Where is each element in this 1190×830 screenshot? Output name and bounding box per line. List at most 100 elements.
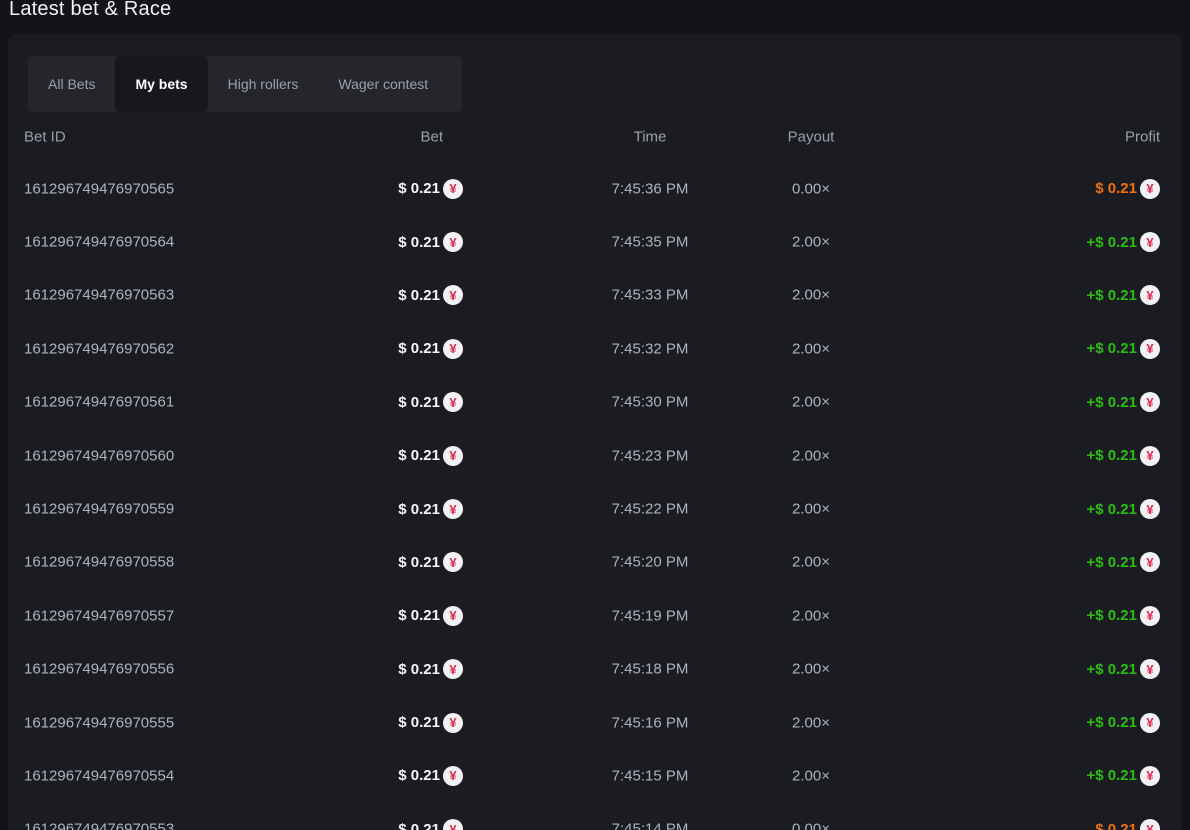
bets-panel: All Bets My bets High rollers Wager cont…: [8, 34, 1182, 830]
bet-amount-value: $ 0.21: [398, 554, 440, 571]
table-row: 161296749476970561 $ 0.21 ¥ 7:45:30 PM 2…: [8, 376, 1182, 429]
profit-cell: +$ 0.21 ¥: [1087, 659, 1160, 679]
yen-coin-icon: ¥: [443, 179, 463, 199]
tab-my-bets[interactable]: My bets: [115, 56, 207, 112]
bets-tabbar: All Bets My bets High rollers Wager cont…: [28, 56, 462, 112]
bet-amount-cell: $ 0.21 ¥: [398, 713, 463, 733]
yen-coin-icon: ¥: [443, 285, 463, 305]
bet-id-value: 161296749476970555: [24, 714, 174, 731]
bet-amount-cell: $ 0.21 ¥: [398, 285, 463, 305]
profit-cell: +$ 0.21 ¥: [1087, 766, 1160, 786]
table-row: 161296749476970563 $ 0.21 ¥ 7:45:33 PM 2…: [8, 269, 1182, 322]
bet-id-value: 161296749476970561: [24, 394, 174, 411]
yen-coin-icon: ¥: [443, 606, 463, 626]
bet-id-value: 161296749476970557: [24, 607, 174, 624]
table-row: 161296749476970555 $ 0.21 ¥ 7:45:16 PM 2…: [8, 696, 1182, 749]
column-header-bet-id: Bet ID: [24, 129, 66, 146]
bet-id-value: 161296749476970562: [24, 340, 174, 357]
yen-coin-icon: ¥: [1140, 392, 1160, 412]
profit-amount-value: +$ 0.21: [1087, 287, 1137, 304]
yen-coin-icon: ¥: [443, 392, 463, 412]
bet-amount-value: $ 0.21: [398, 180, 440, 197]
yen-coin-icon: ¥: [1140, 552, 1160, 572]
yen-coin-icon: ¥: [1140, 499, 1160, 519]
bet-amount-cell: $ 0.21 ¥: [398, 179, 463, 199]
yen-coin-icon: ¥: [1140, 179, 1160, 199]
tab-high-rollers[interactable]: High rollers: [208, 56, 319, 112]
bet-amount-cell: $ 0.21 ¥: [398, 339, 463, 359]
table-body: 161296749476970565 $ 0.21 ¥ 7:45:36 PM 0…: [8, 162, 1182, 830]
payout-multiplier-value: 2.00×: [711, 394, 911, 411]
table-header-row: Bet ID Bet Time Payout Profit: [8, 112, 1182, 162]
payout-multiplier-value: 2.00×: [711, 767, 911, 784]
profit-cell: +$ 0.21 ¥: [1087, 713, 1160, 733]
table-row: 161296749476970564 $ 0.21 ¥ 7:45:35 PM 2…: [8, 215, 1182, 268]
bet-id-value: 161296749476970565: [24, 180, 174, 197]
table-row: 161296749476970558 $ 0.21 ¥ 7:45:20 PM 2…: [8, 536, 1182, 589]
payout-multiplier-value: 0.00×: [711, 821, 911, 830]
profit-cell: +$ 0.21 ¥: [1087, 552, 1160, 572]
profit-cell: +$ 0.21 ¥: [1087, 392, 1160, 412]
yen-coin-icon: ¥: [1140, 713, 1160, 733]
bet-amount-value: $ 0.21: [398, 821, 440, 830]
bet-amount-cell: $ 0.21 ¥: [398, 392, 463, 412]
bet-amount-value: $ 0.21: [398, 340, 440, 357]
tab-all-bets[interactable]: All Bets: [28, 56, 115, 112]
table-row: 161296749476970562 $ 0.21 ¥ 7:45:32 PM 2…: [8, 322, 1182, 375]
yen-coin-icon: ¥: [1140, 285, 1160, 305]
yen-coin-icon: ¥: [1140, 819, 1160, 830]
payout-multiplier-value: 2.00×: [711, 287, 911, 304]
profit-amount-value: +$ 0.21: [1087, 714, 1137, 731]
bet-id-value: 161296749476970564: [24, 234, 174, 251]
table-row: 161296749476970556 $ 0.21 ¥ 7:45:18 PM 2…: [8, 643, 1182, 696]
bet-amount-value: $ 0.21: [398, 661, 440, 678]
table-row: 161296749476970557 $ 0.21 ¥ 7:45:19 PM 2…: [8, 589, 1182, 642]
bet-amount-value: $ 0.21: [398, 607, 440, 624]
bet-amount-value: $ 0.21: [398, 714, 440, 731]
profit-cell: +$ 0.21 ¥: [1087, 339, 1160, 359]
bet-id-value: 161296749476970560: [24, 447, 174, 464]
yen-coin-icon: ¥: [443, 659, 463, 679]
payout-multiplier-value: 2.00×: [711, 607, 911, 624]
profit-amount-value: +$ 0.21: [1087, 554, 1137, 571]
profit-cell: $ 0.21 ¥: [1095, 819, 1160, 830]
bet-id-value: 161296749476970563: [24, 287, 174, 304]
profit-amount-value: +$ 0.21: [1087, 394, 1137, 411]
bet-id-value: 161296749476970553: [24, 821, 174, 830]
bet-id-value: 161296749476970558: [24, 554, 174, 571]
yen-coin-icon: ¥: [443, 446, 463, 466]
bet-amount-value: $ 0.21: [398, 394, 440, 411]
yen-coin-icon: ¥: [443, 232, 463, 252]
bet-id-value: 161296749476970559: [24, 501, 174, 518]
payout-multiplier-value: 0.00×: [711, 180, 911, 197]
bet-id-value: 161296749476970554: [24, 767, 174, 784]
bet-amount-cell: $ 0.21 ¥: [398, 499, 463, 519]
table-row: 161296749476970559 $ 0.21 ¥ 7:45:22 PM 2…: [8, 482, 1182, 535]
page-title: Latest bet & Race: [9, 0, 171, 21]
bet-amount-cell: $ 0.21 ¥: [398, 232, 463, 252]
bet-amount-cell: $ 0.21 ¥: [398, 552, 463, 572]
yen-coin-icon: ¥: [1140, 659, 1160, 679]
table-row: 161296749476970560 $ 0.21 ¥ 7:45:23 PM 2…: [8, 429, 1182, 482]
bet-amount-value: $ 0.21: [398, 287, 440, 304]
bet-amount-cell: $ 0.21 ¥: [398, 606, 463, 626]
yen-coin-icon: ¥: [443, 819, 463, 830]
profit-amount-value: $ 0.21: [1095, 821, 1137, 830]
yen-coin-icon: ¥: [443, 339, 463, 359]
yen-coin-icon: ¥: [443, 713, 463, 733]
yen-coin-icon: ¥: [443, 766, 463, 786]
bet-amount-value: $ 0.21: [398, 501, 440, 518]
yen-coin-icon: ¥: [443, 552, 463, 572]
payout-multiplier-value: 2.00×: [711, 447, 911, 464]
payout-multiplier-value: 2.00×: [711, 501, 911, 518]
profit-amount-value: +$ 0.21: [1087, 340, 1137, 357]
profit-cell: $ 0.21 ¥: [1095, 179, 1160, 199]
bet-amount-cell: $ 0.21 ¥: [398, 766, 463, 786]
tab-wager-contest[interactable]: Wager contest: [318, 56, 448, 112]
profit-amount-value: +$ 0.21: [1087, 767, 1137, 784]
yen-coin-icon: ¥: [1140, 339, 1160, 359]
yen-coin-icon: ¥: [1140, 446, 1160, 466]
latest-bet-race-section: Latest bet & Race All Bets My bets High …: [0, 0, 1190, 830]
bet-amount-cell: $ 0.21 ¥: [398, 659, 463, 679]
column-header-bet: Bet: [420, 129, 443, 146]
